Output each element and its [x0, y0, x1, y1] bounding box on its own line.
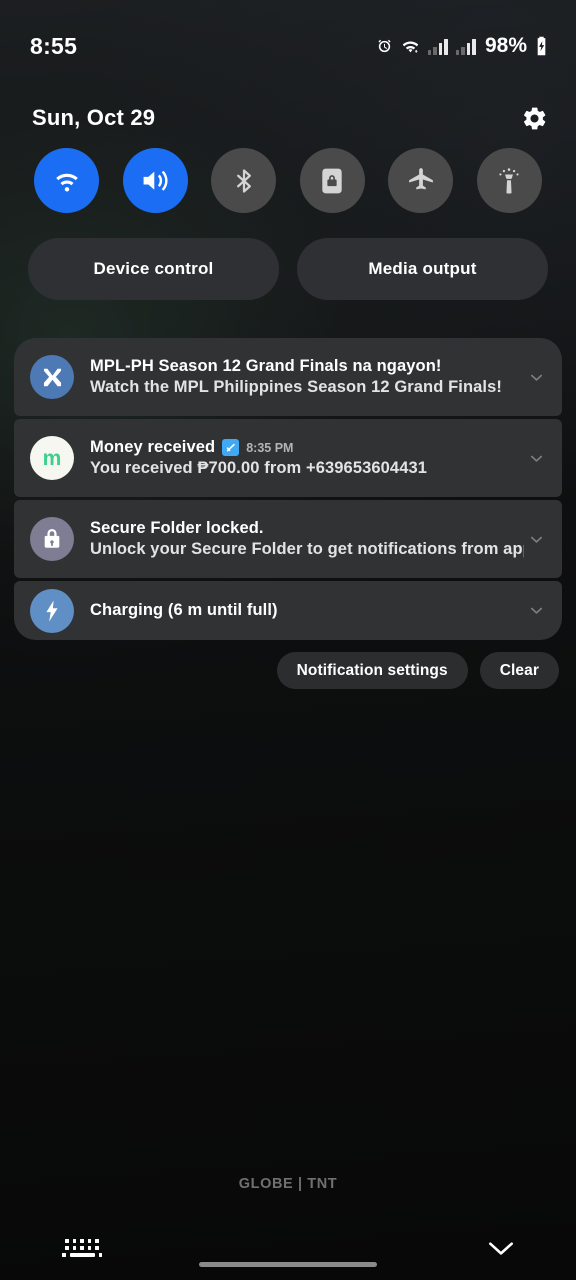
notification-text: Charging (6 m until full) [90, 601, 524, 620]
notification-title: Secure Folder locked. [90, 519, 264, 537]
date-label: Sun, Oct 29 [32, 105, 156, 130]
alarm-icon [376, 38, 393, 55]
notification-list: MPL-PH Season 12 Grand Finals na ngayon!… [14, 338, 562, 640]
notification-body: You received ₱700.00 from +639653604431 [90, 459, 428, 477]
notification-title-row: Charging (6 m until full) [90, 601, 524, 620]
notification-item-secure-folder[interactable]: Secure Folder locked. Unlock your Secure… [14, 500, 562, 578]
clear-button[interactable]: Clear [479, 652, 559, 689]
volume-icon [140, 167, 171, 194]
media-output-button[interactable]: Media output [297, 238, 548, 300]
notification-title-row: MPL-PH Season 12 Grand Finals na ngayon! [90, 357, 524, 376]
signal-icon-sim1 [427, 38, 448, 55]
verified-badge-icon [222, 439, 240, 456]
keyboard-icon[interactable] [62, 1239, 102, 1257]
notification-title: Money received [90, 438, 216, 456]
notification-title: Charging (6 m until full) [90, 601, 278, 619]
chevron-down-icon[interactable] [524, 368, 548, 387]
notification-text: MPL-PH Season 12 Grand Finals na ngayon!… [90, 357, 524, 397]
battery-percent-label: 98% [484, 34, 527, 57]
lightning-bolt-icon [30, 588, 74, 633]
date-header: Sun, Oct 29 [0, 92, 576, 144]
signal-icon-sim2 [455, 38, 476, 55]
mpl-logo-icon [30, 355, 74, 399]
chevron-down-icon[interactable] [524, 449, 548, 468]
status-bar-icons: 98% [376, 34, 548, 58]
carrier-label: GLOBE | TNT [238, 1176, 338, 1192]
status-bar-clock: 8:55 [30, 32, 78, 59]
notification-item-mpl[interactable]: MPL-PH Season 12 Grand Finals na ngayon!… [14, 338, 562, 416]
quick-toggle-bluetooth[interactable] [211, 148, 277, 213]
notification-item-money-received[interactable]: m Money received 8:35 PM You received ₱7… [14, 419, 562, 497]
notification-settings-button[interactable]: Notification settings [276, 652, 468, 689]
notification-text: Secure Folder locked. Unlock your Secure… [90, 519, 524, 559]
quick-toggle-flashlight[interactable] [476, 148, 542, 213]
bluetooth-icon [230, 167, 258, 195]
notification-title-row: Secure Folder locked. [90, 519, 524, 538]
notification-text: Money received 8:35 PM You received ₱700… [90, 438, 524, 478]
flashlight-icon [496, 166, 522, 196]
notification-timestamp: 8:35 PM [246, 440, 294, 455]
notification-actions: Notification settings Clear [0, 652, 576, 689]
status-bar: 8:55 98% [0, 0, 576, 92]
quick-toggle-airplane-mode[interactable] [388, 148, 454, 213]
wifi-icon [401, 38, 420, 55]
quick-toggle-sound[interactable] [122, 148, 188, 213]
chevron-down-icon[interactable] [524, 601, 548, 620]
notification-title: MPL-PH Season 12 Grand Finals na ngayon! [90, 357, 442, 375]
battery-charging-icon [535, 36, 548, 56]
home-gesture-bar[interactable] [199, 1262, 377, 1267]
shortcut-row: Device control Media output [0, 238, 576, 300]
airplane-icon [406, 166, 436, 196]
gcash-logo-icon: m [30, 436, 74, 480]
quick-toggle-wifi[interactable] [34, 148, 99, 213]
quick-toggle-secure-folder[interactable] [299, 148, 365, 213]
device-control-button[interactable]: Device control [28, 238, 279, 300]
notification-title-row: Money received 8:35 PM [90, 438, 524, 457]
gear-icon[interactable] [521, 105, 548, 132]
wifi-icon [51, 168, 83, 194]
collapse-shade-button[interactable] [486, 1237, 516, 1259]
lock-icon [30, 517, 74, 561]
notification-body: Watch the MPL Philippines Season 12 Gran… [90, 378, 502, 396]
notification-item-charging[interactable]: Charging (6 m until full) [14, 581, 562, 640]
quick-settings-row [0, 148, 576, 213]
notification-shade: 8:55 98% Sun, Oct 29 Device control Medi… [0, 0, 576, 1280]
notification-body: Unlock your Secure Folder to get notific… [90, 540, 524, 558]
chevron-down-icon[interactable] [524, 530, 548, 549]
lock-folder-icon [319, 167, 345, 195]
